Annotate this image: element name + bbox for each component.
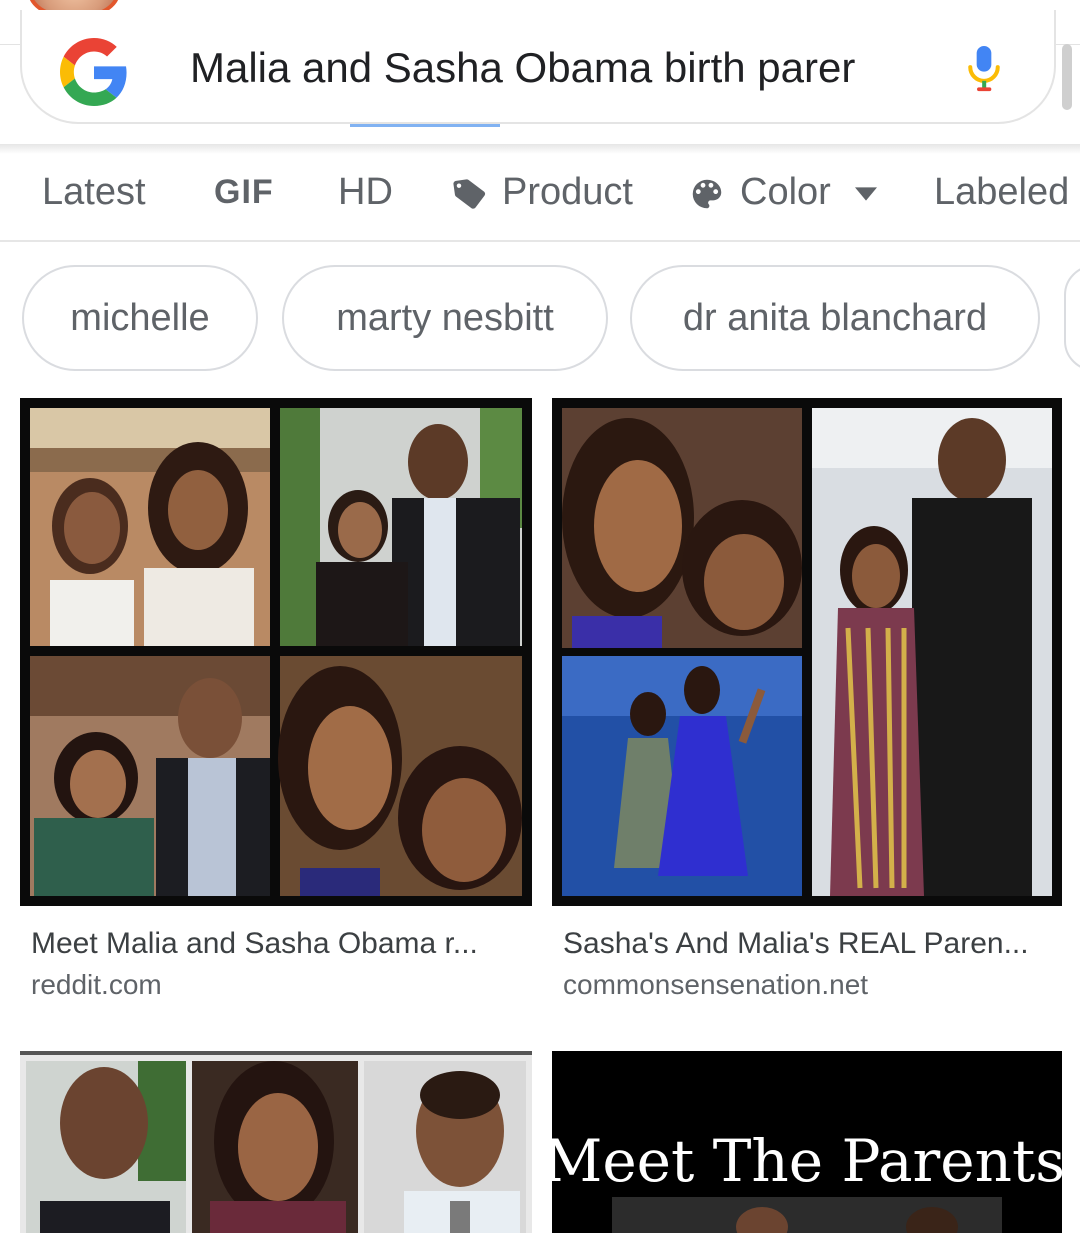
chip-label: marty nesbitt bbox=[336, 297, 554, 339]
image-result-2[interactable]: Sasha's And Malia's REAL Paren... common… bbox=[552, 398, 1064, 1008]
tag-icon bbox=[453, 179, 486, 209]
filter-labeled[interactable]: Labeled bbox=[934, 164, 1069, 220]
result-thumbnail[interactable] bbox=[20, 398, 532, 906]
filter-gif-label: GIF bbox=[214, 173, 274, 211]
related-chip-marty-nesbitt[interactable]: marty nesbitt bbox=[282, 265, 608, 371]
mic-icon[interactable] bbox=[962, 44, 1006, 92]
search-input[interactable]: Malia and Sasha Obama birth parer bbox=[190, 40, 902, 96]
filter-labeled-label: Labeled bbox=[934, 171, 1070, 213]
filter-hd-label: HD bbox=[338, 171, 393, 213]
active-tab-indicator bbox=[350, 124, 500, 127]
filter-product-label: Product bbox=[502, 171, 633, 213]
image-result-3[interactable] bbox=[20, 1051, 532, 1233]
google-g-icon bbox=[60, 38, 127, 106]
chip-label: dr anita blanchard bbox=[682, 297, 988, 339]
image-result-1[interactable]: Meet Malia and Sasha Obama r... reddit.c… bbox=[20, 398, 532, 1008]
image-filter-bar: Latest GIF HD Product Color Labeled bbox=[0, 156, 1080, 242]
filter-color-label: Color bbox=[740, 171, 831, 213]
image-result-4[interactable]: Meet The Parents bbox=[552, 1051, 1062, 1233]
result-source: commonsensenation.net bbox=[563, 969, 869, 1000]
thumb-caption: Meet The Parents bbox=[552, 1127, 1062, 1195]
result-thumbnail[interactable] bbox=[20, 1051, 532, 1233]
result-source: reddit.com bbox=[31, 969, 162, 1000]
related-chip-michelle[interactable]: michelle bbox=[22, 265, 258, 371]
result-title[interactable]: Meet Malia and Sasha Obama r... bbox=[31, 924, 531, 964]
palette-icon bbox=[692, 179, 722, 209]
filter-color[interactable]: Color bbox=[688, 164, 878, 220]
filter-product[interactable]: Product bbox=[452, 164, 633, 220]
related-chip-next[interactable] bbox=[1064, 265, 1080, 371]
filter-latest[interactable]: Latest bbox=[42, 164, 146, 220]
chip-label: michelle bbox=[70, 297, 210, 339]
result-title[interactable]: Sasha's And Malia's REAL Paren... bbox=[563, 924, 1063, 964]
filter-gif[interactable]: GIF bbox=[214, 164, 274, 220]
header-shadow bbox=[0, 144, 1080, 154]
filter-latest-label: Latest bbox=[42, 171, 146, 213]
result-thumbnail[interactable]: Meet The Parents bbox=[552, 1051, 1062, 1233]
related-chip-dr-anita-blanchard[interactable]: dr anita blanchard bbox=[630, 265, 1040, 371]
scrollbar-thumb[interactable] bbox=[1062, 44, 1072, 110]
filter-hd[interactable]: HD bbox=[338, 164, 393, 220]
caret-down-icon bbox=[855, 187, 878, 201]
result-thumbnail[interactable] bbox=[552, 398, 1062, 906]
